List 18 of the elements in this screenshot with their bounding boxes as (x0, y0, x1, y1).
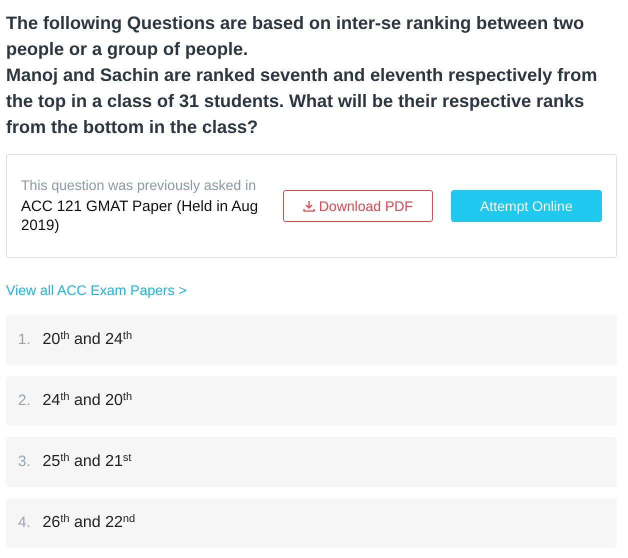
option-number: 4. (18, 512, 31, 533)
option-text: 20$^{th}$ and 24$^{th}$ (42, 328, 132, 350)
option-number: 1. (18, 330, 31, 350)
answer-option[interactable]: 2. 24$^{th}$ and 20$^{th}$ (6, 376, 617, 426)
previous-label: This question was previously asked in (21, 177, 258, 193)
option-text: 24$^{th}$ and 20$^{th}$ (42, 390, 132, 411)
answer-option[interactable]: 1. 20$^{th}$ and 24$^{th}$ (6, 315, 617, 365)
option-text: 26$^{th}$ and 22$^{nd}$ (42, 512, 136, 533)
option-number: 3. (18, 452, 31, 472)
option-number: 2. (18, 390, 31, 411)
answer-option[interactable]: 3. 25$^{th}$ and 21$^{st}$ (6, 437, 617, 487)
option-text: 25$^{th}$ and 21$^{st}$ (42, 450, 132, 472)
question-intro: The following Questions are based on inter-se ranking between two people or a group of people. (6, 12, 586, 61)
question-text: Manoj and Sachin are ranked seventh and eleventh respectively from the top in a class of 31 students. What will be their respective ranks from the bottom in the class? (6, 64, 598, 139)
answer-option[interactable]: 4. 26$^{th}$ and 22$^{nd}$ (6, 498, 617, 548)
paper-name: ACC 121 GMAT Paper (Held in Aug 2019) (21, 197, 260, 235)
download-icon (302, 200, 315, 212)
download-pdf-button[interactable]: Download PDF (283, 190, 433, 222)
